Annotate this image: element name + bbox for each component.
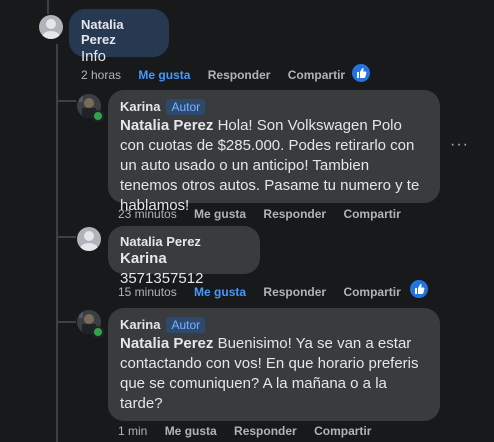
comment-time[interactable]: 1 min [118,424,147,438]
comment-author[interactable]: Karina [120,317,160,332]
comment-text: Natalia Perez Hola! Son Volkswagen Polo … [120,117,420,214]
comment-actions: 15 minutos Me gusta Responder Compartir [118,285,415,299]
comment-actions: 1 min Me gusta Responder Compartir [118,424,385,438]
thread-branch-3 [56,321,76,323]
comment-bubble: Natalia Perez Karina 3571357512 [108,226,260,287]
comment-actions: 2 horas Me gusta Responder Compartir [81,68,359,82]
author-badge: Autor [166,317,206,333]
top-cut-meta: · · · · · · · · · · · · [80,0,165,5]
share-button[interactable]: Compartir [343,285,400,299]
share-button[interactable]: Compartir [343,207,400,221]
more-options-icon[interactable]: ··· [450,136,469,154]
like-button[interactable]: Me gusta [165,424,217,438]
avatar[interactable] [39,15,63,39]
thread-line-root [47,0,49,14]
comment-bubble: Karina Autor Natalia Perez Buenisimo! Ya … [108,308,440,421]
author-badge: Autor [166,99,206,115]
like-reaction-icon[interactable] [352,64,370,82]
share-button[interactable]: Compartir [288,68,345,82]
reply-button[interactable]: Responder [263,285,326,299]
online-status-icon [92,326,104,338]
online-status-icon [92,110,104,122]
comment-text: Natalia Perez Buenisimo! Ya se van a est… [120,335,419,412]
thread-line-replies [56,44,58,442]
mention-link[interactable]: Natalia Perez [120,335,213,352]
mention-link[interactable]: Karina [120,250,167,267]
comment-bubble: Natalia Perez Info [69,9,169,65]
mention-link[interactable]: Natalia Perez [120,117,213,134]
like-button[interactable]: Me gusta [194,285,246,299]
reply-button[interactable]: Responder [234,424,297,438]
like-button[interactable]: Me gusta [194,207,246,221]
thread-branch-2 [56,236,76,238]
reply-button[interactable]: Responder [208,68,271,82]
share-button[interactable]: Compartir [314,424,371,438]
comment-time[interactable]: 15 minutos [118,285,177,299]
reply-button[interactable]: Responder [263,207,326,221]
comment-text: Karina 3571357512 [120,250,204,287]
comment-bubble: Karina Autor Natalia Perez Hola! Son Volk… [108,90,440,214]
like-reaction-icon[interactable] [410,280,428,298]
avatar[interactable] [77,227,101,251]
comment-author[interactable]: Natalia Perez [81,17,157,47]
like-button[interactable]: Me gusta [138,68,190,82]
comment-author[interactable]: Natalia Perez [120,234,248,249]
comment-author[interactable]: Karina [120,99,160,114]
comment-time[interactable]: 2 horas [81,68,121,82]
comment-text: Info [81,48,107,65]
comment-actions: 23 minutos Me gusta Responder Compartir [118,207,415,221]
thread-branch-1 [56,100,76,102]
comment-time[interactable]: 23 minutos [118,207,177,221]
